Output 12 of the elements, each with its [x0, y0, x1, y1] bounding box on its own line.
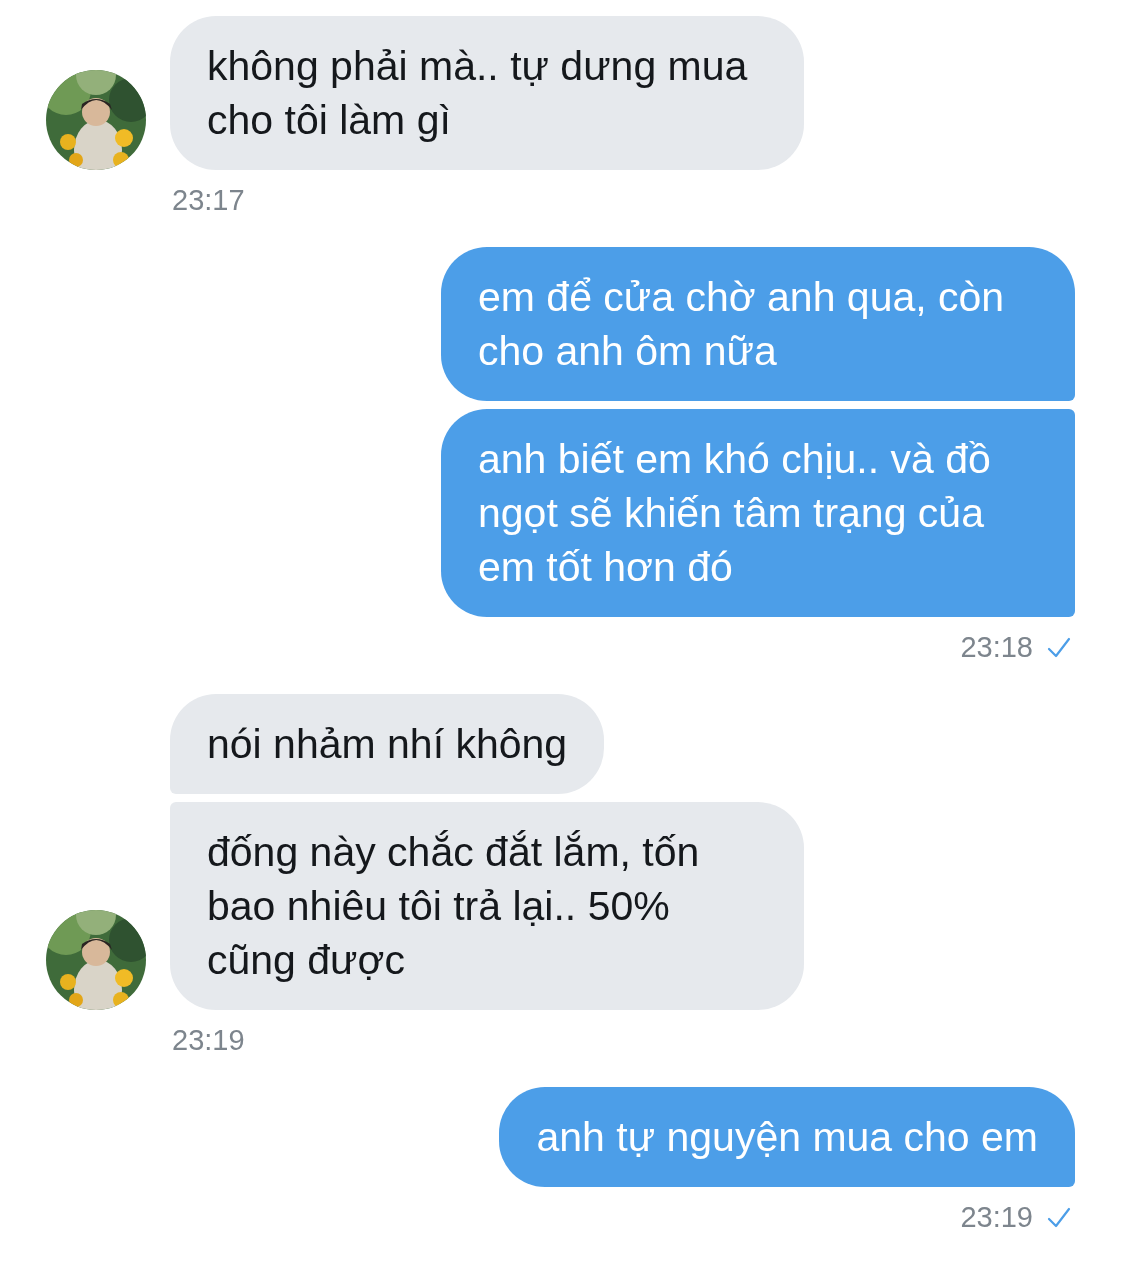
checkmark-icon — [1047, 1206, 1071, 1229]
message-bubble: anh tự nguyện mua cho em — [499, 1087, 1075, 1187]
message-bubble: nói nhảm nhí không — [170, 694, 605, 794]
message-bubble: không phải mà.. tự dưng mua cho tôi làm gì — [170, 16, 804, 170]
checkmark-icon — [1047, 636, 1071, 659]
timestamp: 23:18 — [960, 631, 1033, 664]
message-bubble: em để cửa chờ anh qua, còn cho anh ôm nữa — [441, 247, 1075, 401]
timestamp: 23:19 — [172, 1024, 245, 1057]
timestamp: 23:19 — [960, 1201, 1033, 1234]
message-bubble: đống này chắc đắt lắm, tốn bao nhiêu tôi trả lại.. 50% cũng được — [170, 802, 804, 1010]
timestamp: 23:17 — [172, 184, 245, 217]
message-bubble: anh biết em khó chịu.. và đồ ngọt sẽ khiến tâm trạng của em tốt hơn đó — [441, 409, 1075, 617]
